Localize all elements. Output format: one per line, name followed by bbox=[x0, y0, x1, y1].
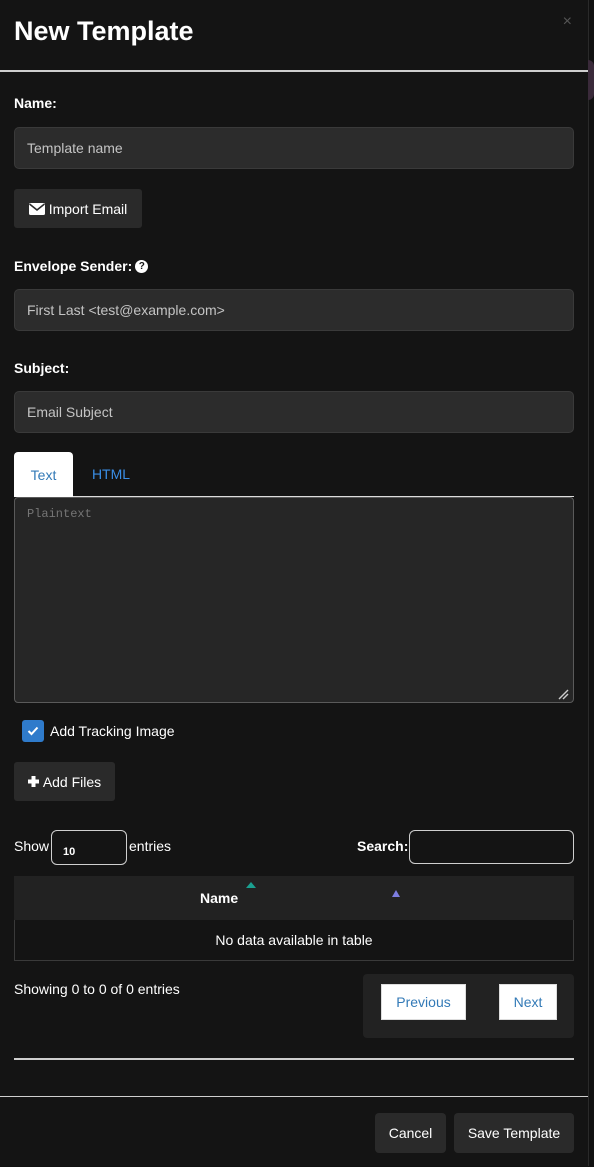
plaintext-editor[interactable] bbox=[14, 497, 574, 703]
subject-input[interactable] bbox=[14, 391, 574, 433]
subject-label: Subject: bbox=[14, 360, 70, 376]
name-label: Name: bbox=[14, 95, 57, 111]
new-template-modal: New Template × Name: Import Email Envelo… bbox=[0, 0, 589, 1166]
next-button[interactable]: Next bbox=[499, 984, 557, 1020]
column-header-name[interactable]: Name bbox=[200, 890, 238, 906]
envelope-sender-label: Envelope Sender:? bbox=[14, 258, 149, 274]
modal-footer: Cancel Save Template bbox=[0, 1096, 588, 1167]
resize-handle-icon[interactable] bbox=[557, 687, 569, 700]
show-label: Show bbox=[14, 838, 50, 854]
sort-ascending-icon[interactable] bbox=[246, 882, 256, 888]
table-empty-row: No data available in table bbox=[14, 920, 574, 961]
add-files-button[interactable]: Add Files bbox=[14, 762, 115, 801]
editor-tabs: Text HTML bbox=[14, 452, 574, 497]
modal-header: New Template × bbox=[0, 0, 588, 72]
checkmark-icon bbox=[27, 726, 39, 736]
template-name-input[interactable] bbox=[14, 127, 574, 169]
add-files-label: Add Files bbox=[42, 773, 102, 790]
envelope-sender-label-text: Envelope Sender: bbox=[14, 258, 133, 274]
tab-html[interactable]: HTML bbox=[74, 452, 148, 496]
table-info: Showing 0 to 0 of 0 entries bbox=[14, 981, 180, 997]
attachments-search-input[interactable] bbox=[409, 830, 574, 864]
modal-title: New Template bbox=[14, 16, 194, 46]
search-label: Search: bbox=[357, 838, 409, 854]
pagination: Previous Next bbox=[363, 974, 574, 1038]
tab-text[interactable]: Text bbox=[14, 452, 73, 497]
background-edge bbox=[588, 60, 594, 100]
import-email-button[interactable]: Import Email bbox=[14, 189, 142, 228]
close-icon[interactable]: × bbox=[563, 14, 572, 30]
import-email-label: Import Email bbox=[48, 200, 128, 217]
tracking-image-checkbox[interactable] bbox=[22, 720, 44, 742]
entries-length-select[interactable]: 10 bbox=[51, 830, 127, 865]
envelope-sender-input[interactable] bbox=[14, 289, 574, 331]
entries-label: entries bbox=[129, 838, 172, 854]
question-circle-icon[interactable]: ? bbox=[135, 259, 149, 273]
table-header: Name bbox=[14, 876, 574, 920]
plus-icon bbox=[27, 776, 39, 787]
envelope-icon bbox=[28, 202, 45, 215]
divider bbox=[14, 1058, 574, 1060]
tracking-image-label[interactable]: Add Tracking Image bbox=[50, 723, 175, 739]
previous-button[interactable]: Previous bbox=[381, 984, 466, 1020]
cancel-button[interactable]: Cancel bbox=[375, 1113, 446, 1153]
save-template-button[interactable]: Save Template bbox=[454, 1113, 574, 1153]
sort-icon[interactable] bbox=[392, 890, 400, 897]
